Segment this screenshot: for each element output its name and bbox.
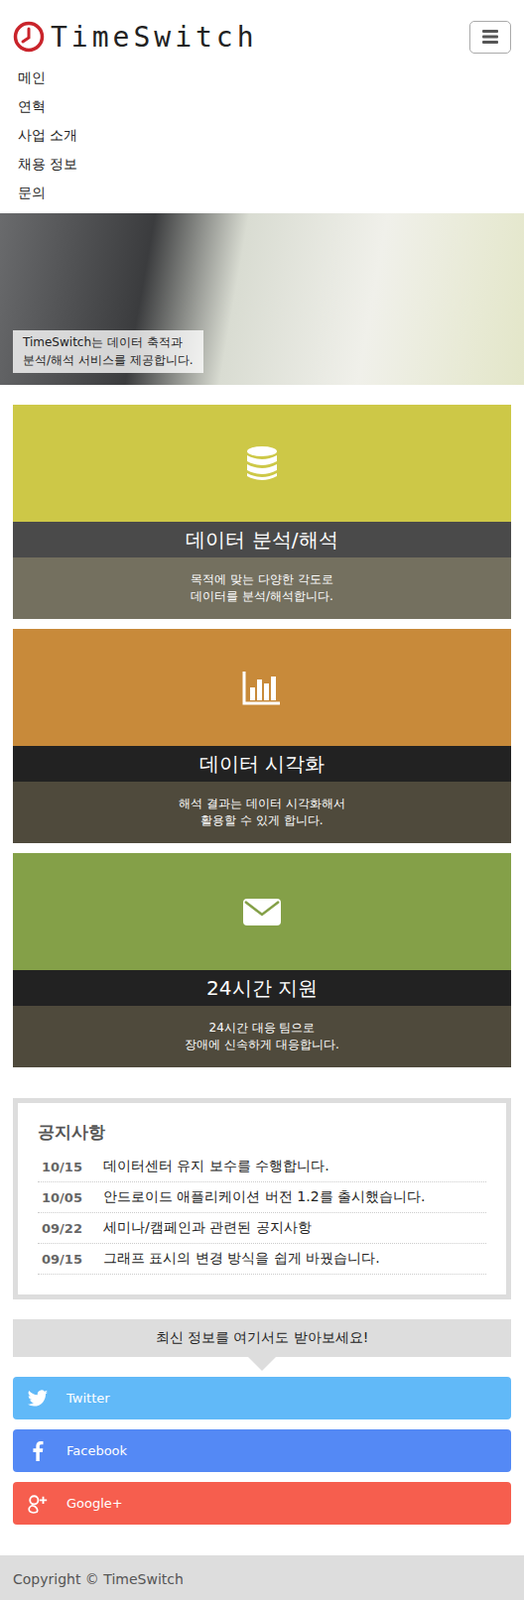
header: TimeSwitch 메인연혁사업 소개채용 정보문의	[0, 0, 524, 208]
social-heading: 최신 정보를 여기서도 받아보세요!	[12, 1319, 512, 1358]
feature-description: 24시간 대응 팀으로장애에 신속하게 대응합니다.	[12, 1006, 512, 1068]
google-plus-icon	[26, 1493, 49, 1516]
twitter-icon	[26, 1388, 49, 1411]
feature-card: 데이터 시각화해석 결과는 데이터 시각화해서활용할 수 있게 합니다.	[12, 629, 512, 844]
feature-title: 데이터 시각화	[12, 746, 512, 783]
nav-menu: 메인연혁사업 소개채용 정보문의	[0, 63, 524, 208]
notice-panel: 공지사항 10/15데이터센터 유지 보수를 수행합니다.10/05안드로이드 애…	[12, 1098, 512, 1301]
nav-item[interactable]: 연혁	[17, 92, 507, 122]
notice-row[interactable]: 09/15그래프 표시의 변경 방식을 쉽게 바꿨습니다.	[37, 1244, 487, 1276]
bar-chart-icon	[242, 667, 282, 708]
hero-image: TimeSwitch는 데이터 축적과분석/해석 서비스를 제공합니다.	[0, 213, 524, 386]
social-section: 최신 정보를 여기서도 받아보세요! Twitter Facebook Google+	[12, 1319, 512, 1526]
envelope-icon	[242, 892, 282, 932]
menu-toggle-button[interactable]	[469, 20, 512, 54]
clock-icon	[12, 20, 45, 53]
social-button[interactable]: Facebook	[12, 1430, 512, 1473]
social-button[interactable]: Google+	[12, 1482, 512, 1526]
nav-item[interactable]: 사업 소개	[17, 121, 507, 150]
notice-row[interactable]: 09/22세미나/캠페인과 관련된 공지사항	[37, 1213, 487, 1245]
database-icon	[242, 443, 282, 484]
feature-title: 데이터 분석/해석	[12, 522, 512, 558]
feature-card: 데이터 분석/해석목적에 맞는 다양한 각도로데이터를 분석/해석합니다.	[12, 404, 512, 620]
feature-title: 24시간 지원	[12, 970, 512, 1007]
notice-row[interactable]: 10/05안드로이드 애플리케이션 버전 1.2를 출시했습니다.	[37, 1182, 487, 1214]
nav-item[interactable]: 문의	[17, 178, 507, 208]
feature-description: 목적에 맞는 다양한 각도로데이터를 분석/해석합니다.	[12, 557, 512, 620]
nav-item[interactable]: 채용 정보	[17, 149, 507, 179]
social-button[interactable]: Twitter	[12, 1377, 512, 1421]
hero-caption: TimeSwitch는 데이터 축적과분석/해석 서비스를 제공합니다.	[12, 330, 204, 374]
feature-card: 24시간 지원24시간 대응 팀으로장애에 신속하게 대응합니다.	[12, 853, 512, 1068]
nav-item[interactable]: 메인	[17, 63, 507, 93]
footer: Copyright © TimeSwitch	[0, 1556, 524, 1600]
hamburger-icon	[482, 29, 499, 44]
logo[interactable]: TimeSwitch	[12, 20, 259, 54]
facebook-icon	[26, 1441, 49, 1463]
feature-description: 해석 결과는 데이터 시각화해서활용할 수 있게 합니다.	[12, 782, 512, 844]
notice-row[interactable]: 10/15데이터센터 유지 보수를 수행합니다.	[37, 1152, 487, 1183]
notice-title: 공지사항	[37, 1121, 487, 1145]
page: TimeSwitch 메인연혁사업 소개채용 정보문의 TimeSwitch는 데이…	[0, 0, 524, 1600]
